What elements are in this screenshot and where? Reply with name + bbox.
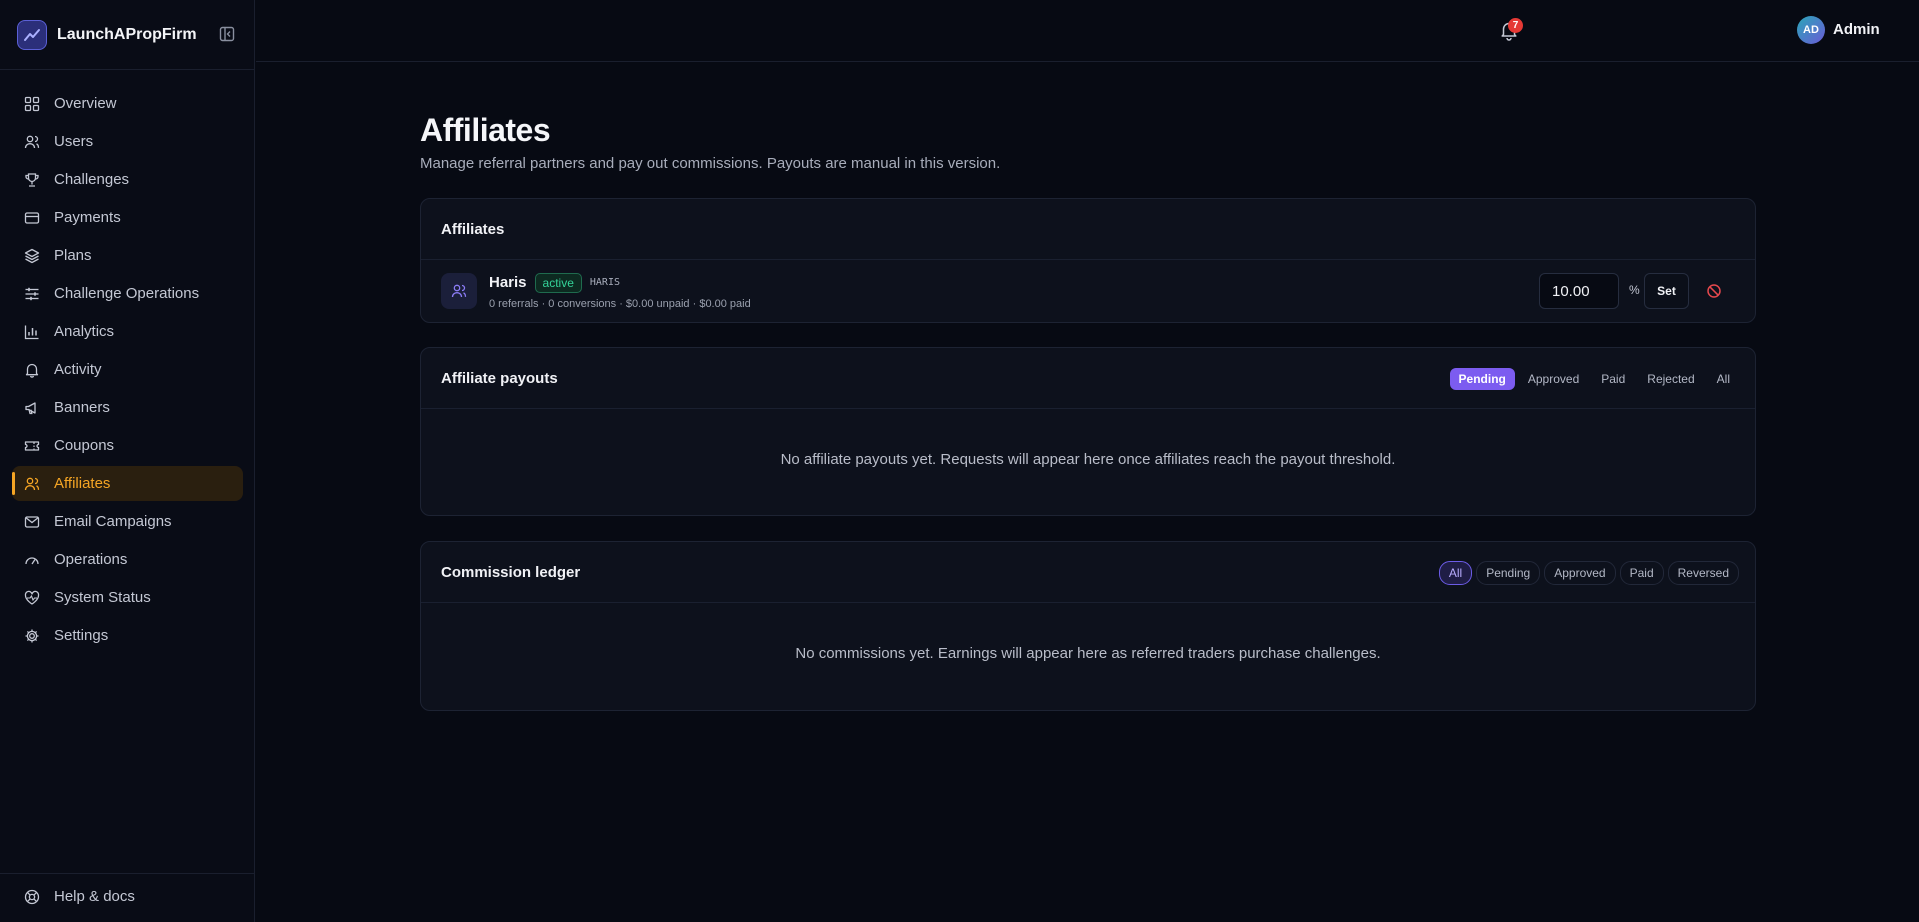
sidebar-item-label: Settings — [54, 627, 109, 644]
collapse-sidebar-icon[interactable] — [218, 25, 236, 43]
sidebar-item-operations[interactable]: Operations — [12, 542, 243, 577]
help-docs-link[interactable]: Help & docs — [0, 873, 254, 905]
sidebar-item-analytics[interactable]: Analytics — [12, 314, 243, 349]
ticket-icon — [24, 438, 40, 454]
affiliates-card: Affiliates Haris active HARIS 0 referral… — [420, 198, 1756, 323]
bar-chart-icon — [24, 324, 40, 340]
commission-ledger-card: Commission ledger All Pending Approved P… — [420, 541, 1756, 711]
mail-icon — [24, 514, 40, 530]
sidebar-item-label: Users — [54, 133, 94, 150]
sidebar-item-label: System Status — [54, 589, 151, 606]
sidebar-item-challenge-operations[interactable]: Challenge Operations — [12, 276, 243, 311]
filter-reversed[interactable]: Reversed — [1667, 560, 1739, 585]
sidebar-item-coupons[interactable]: Coupons — [12, 428, 243, 463]
percent-label: % — [1629, 283, 1640, 297]
affiliate-stats: 0 referrals · 0 conversions · $0.00 unpa… — [489, 297, 751, 310]
sidebar-item-challenges[interactable]: Challenges — [12, 162, 243, 197]
affiliates-card-header: Affiliates — [421, 199, 1755, 260]
help-docs-label: Help & docs — [54, 888, 135, 905]
heart-pulse-icon — [24, 590, 40, 606]
sidebar-item-label: Analytics — [54, 323, 115, 340]
payouts-card-title: Affiliate payouts — [441, 369, 558, 387]
layers-icon — [24, 248, 40, 264]
sidebar-item-label: Activity — [54, 361, 102, 378]
sidebar-item-plans[interactable]: Plans — [12, 238, 243, 273]
ledger-card-title: Commission ledger — [441, 563, 581, 581]
ledger-empty-state: No commissions yet. Earnings will appear… — [795, 645, 1381, 662]
sidebar-item-label: Plans — [54, 247, 92, 264]
filter-paid[interactable]: Paid — [1592, 368, 1634, 390]
affiliate-row: Haris active HARIS 0 referrals · 0 conve… — [421, 260, 1755, 322]
sidebar: LaunchAPropFirm Overview Users Challenge… — [0, 0, 255, 922]
affiliate-name: Haris — [489, 274, 527, 291]
users-icon — [441, 273, 477, 309]
affiliate-payouts-card: Affiliate payouts Pending Approved Paid … — [420, 347, 1756, 516]
gear-icon — [24, 628, 40, 644]
users-icon — [24, 476, 40, 492]
set-rate-button[interactable]: Set — [1644, 273, 1689, 309]
sliders-icon — [24, 286, 40, 302]
sidebar-item-label: Challenge Operations — [54, 285, 200, 302]
filter-pending[interactable]: Pending — [1476, 560, 1541, 585]
sidebar-item-label: Email Campaigns — [54, 513, 172, 530]
filter-approved[interactable]: Approved — [1544, 560, 1616, 585]
megaphone-icon — [24, 400, 40, 416]
users-icon — [24, 134, 40, 150]
avatar[interactable]: AD — [1797, 16, 1825, 44]
notification-count-badge: 7 — [1508, 18, 1523, 33]
sidebar-item-settings[interactable]: Settings — [12, 618, 243, 653]
payouts-empty-state: No affiliate payouts yet. Requests will … — [780, 451, 1396, 468]
sidebar-item-payments[interactable]: Payments — [12, 200, 243, 235]
affiliate-info: Haris active HARIS 0 referrals · 0 conve… — [489, 272, 751, 310]
payouts-filter-tabs: Pending Approved Paid Rejected All — [1446, 348, 1739, 409]
sidebar-item-label: Banners — [54, 399, 110, 416]
filter-pending[interactable]: Pending — [1449, 367, 1515, 390]
filter-paid[interactable]: Paid — [1619, 560, 1664, 585]
sidebar-item-banners[interactable]: Banners — [12, 390, 243, 425]
sidebar-item-label: Overview — [54, 95, 117, 112]
affiliate-code: HARIS — [589, 277, 620, 288]
bell-icon — [24, 362, 40, 378]
disable-affiliate-icon[interactable] — [1702, 279, 1726, 303]
sidebar-item-affiliates[interactable]: Affiliates — [12, 466, 243, 501]
page-subtitle: Manage referral partners and pay out com… — [420, 155, 1001, 172]
brand[interactable]: LaunchAPropFirm — [0, 0, 254, 70]
sidebar-item-label: Payments — [54, 209, 121, 226]
sidebar-item-label: Operations — [54, 551, 128, 568]
sidebar-item-label: Challenges — [54, 171, 130, 188]
payouts-card-header: Affiliate payouts Pending Approved Paid … — [421, 348, 1755, 409]
trophy-icon — [24, 172, 40, 188]
ledger-filter-tabs: All Pending Approved Paid Reversed — [1435, 542, 1739, 603]
brand-name: LaunchAPropFirm — [57, 25, 197, 43]
sidebar-item-system-status[interactable]: System Status — [12, 580, 243, 615]
ledger-card-header: Commission ledger All Pending Approved P… — [421, 542, 1755, 603]
sidebar-nav: Overview Users Challenges Payments Plans… — [12, 86, 243, 656]
sidebar-item-overview[interactable]: Overview — [12, 86, 243, 121]
sidebar-item-label: Coupons — [54, 437, 115, 454]
sidebar-item-activity[interactable]: Activity — [12, 352, 243, 387]
user-name[interactable]: Admin — [1833, 21, 1880, 38]
sidebar-item-users[interactable]: Users — [12, 124, 243, 159]
sidebar-item-label: Affiliates — [54, 475, 111, 492]
filter-all[interactable]: All — [1438, 560, 1473, 585]
gauge-icon — [24, 552, 40, 568]
help-circle-icon — [24, 889, 40, 905]
page-title: Affiliates — [420, 112, 551, 148]
credit-card-icon — [24, 210, 40, 226]
filter-approved[interactable]: Approved — [1519, 368, 1588, 390]
filter-rejected[interactable]: Rejected — [1638, 368, 1703, 390]
commission-rate-input[interactable] — [1539, 273, 1619, 309]
filter-all[interactable]: All — [1708, 368, 1739, 390]
main-content: Affiliates Manage referral partners and … — [420, 112, 1756, 711]
topbar — [256, 0, 1919, 62]
status-badge: active — [534, 272, 582, 293]
trend-chart-icon — [17, 19, 47, 50]
grid-icon — [24, 96, 40, 112]
sidebar-item-email-campaigns[interactable]: Email Campaigns — [12, 504, 243, 539]
affiliates-card-title: Affiliates — [441, 220, 505, 238]
